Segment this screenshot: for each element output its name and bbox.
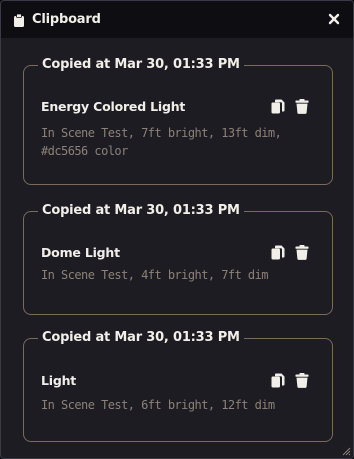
trash-icon[interactable] [295,99,309,114]
window-titlebar[interactable]: Clipboard [1,1,353,38]
copied-timestamp: Copied at Mar 30, 01:33 PM [38,202,244,220]
trash-icon[interactable] [295,245,309,260]
close-icon[interactable] [327,12,341,26]
entry-name: Energy Colored Light [41,99,186,114]
copied-timestamp: Copied at Mar 30, 01:33 PM [38,329,244,347]
resize-handle-icon[interactable] [341,446,351,456]
copy-icon[interactable] [271,245,285,260]
trash-icon[interactable] [295,373,309,388]
clipboard-window: Clipboard Copied at Mar 30, 01:33 PM Ene… [0,0,354,459]
clipboard-entry: Copied at Mar 30, 01:33 PM Light In Scen… [23,329,333,442]
entry-name: Dome Light [41,245,120,260]
entry-name: Light [41,373,77,388]
entry-description: In Scene Test, 7ft bright, 13ft dim, #dc… [41,126,282,158]
copy-icon[interactable] [271,373,285,388]
entry-description: In Scene Test, 4ft bright, 7ft dim [41,268,268,282]
window-title: Clipboard [32,12,101,27]
copied-timestamp: Copied at Mar 30, 01:33 PM [38,56,244,74]
clipboard-icon [14,14,24,27]
clipboard-entry: Copied at Mar 30, 01:33 PM Energy Colore… [23,56,333,185]
clipboard-entry: Copied at Mar 30, 01:33 PM Dome Light In… [23,202,333,315]
entry-description: In Scene Test, 6ft bright, 12ft dim [41,398,275,412]
copy-icon[interactable] [271,99,285,114]
